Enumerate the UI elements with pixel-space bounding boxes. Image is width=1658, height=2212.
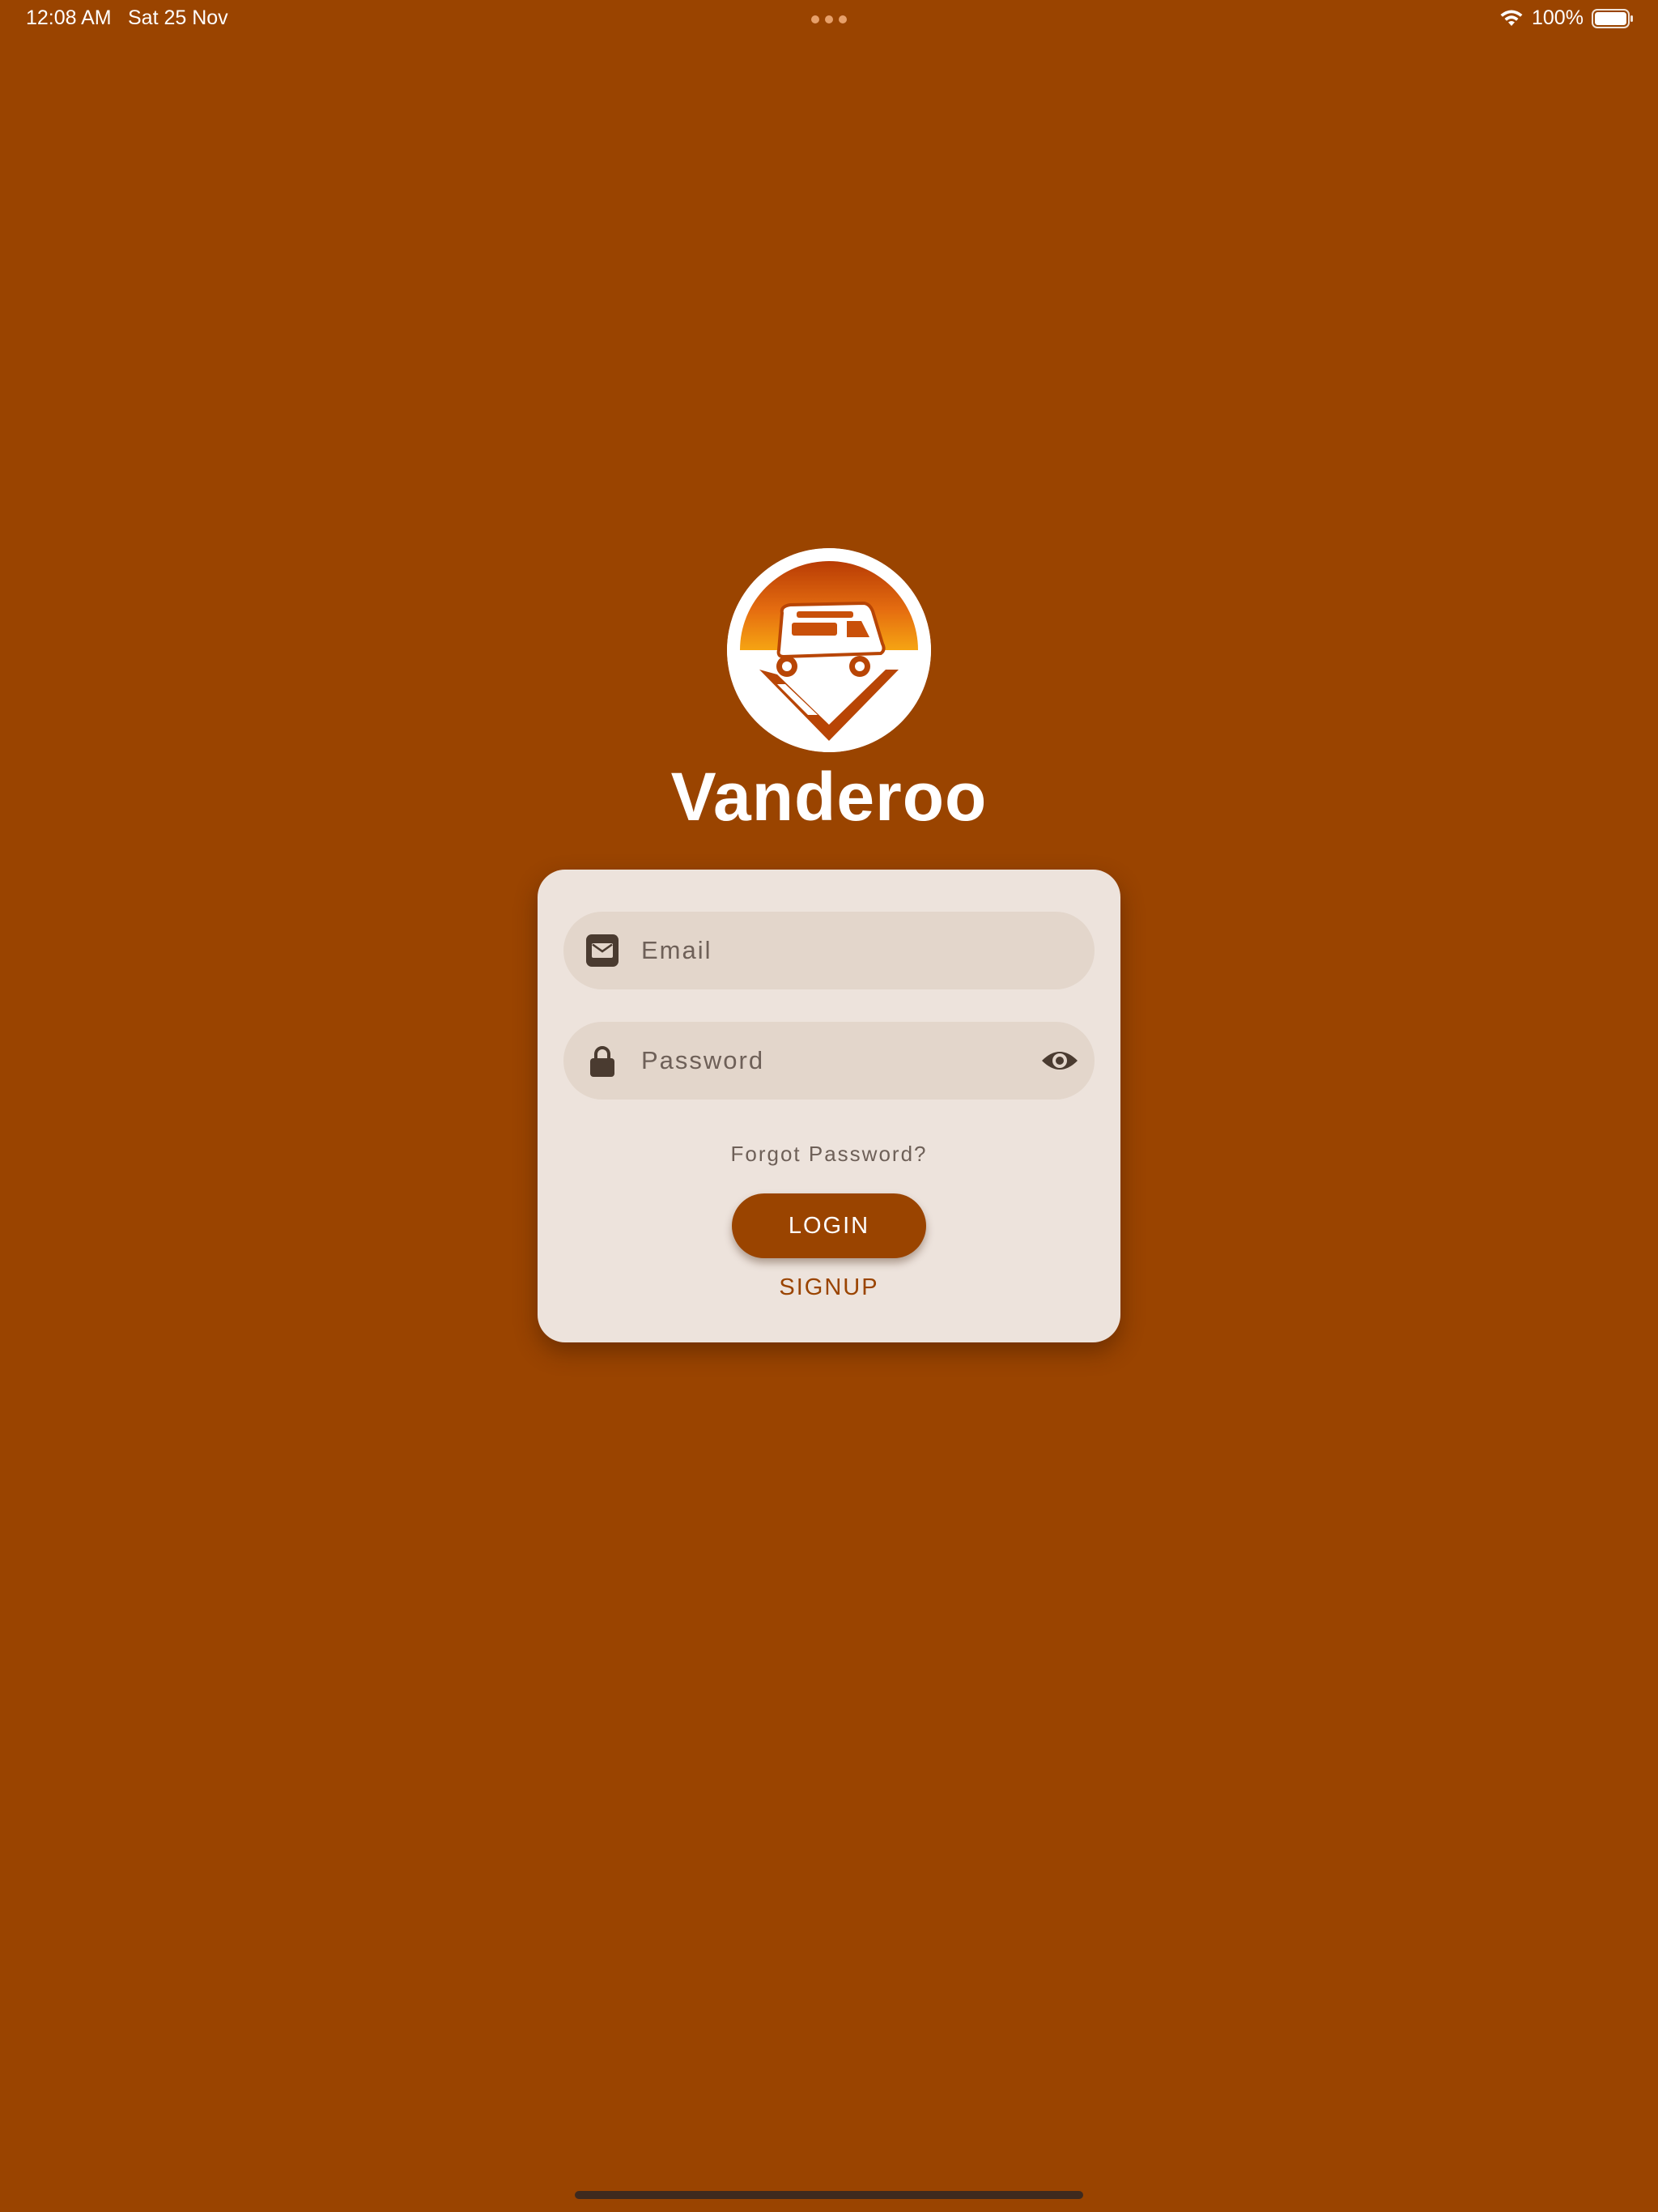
- login-card: Forgot Password? LOGIN SIGNUP: [538, 870, 1120, 1342]
- email-input[interactable]: [641, 912, 997, 989]
- eye-icon[interactable]: [1041, 1046, 1078, 1075]
- envelope-icon: [586, 934, 619, 967]
- multitask-dots-icon[interactable]: [811, 15, 847, 23]
- app-logo: [727, 548, 931, 752]
- home-indicator[interactable]: [575, 2191, 1083, 2199]
- campervan-sunset-logo-icon: [727, 548, 931, 752]
- battery-icon: [1592, 9, 1633, 28]
- login-screen: 12:08 AM Sat 25 Nov 100% Vanderoo Email …: [0, 0, 1658, 2212]
- battery-percentage: 100%: [1532, 6, 1584, 29]
- app-title: Vanderoo: [670, 759, 988, 835]
- login-button[interactable]: LOGIN: [732, 1193, 926, 1258]
- lock-icon: [590, 1046, 614, 1077]
- email-field-container[interactable]: [563, 912, 1095, 989]
- status-date: Sat 25 Nov: [128, 6, 228, 29]
- status-time: 12:08 AM: [26, 6, 112, 29]
- wifi-icon: [1500, 10, 1523, 26]
- password-input[interactable]: [641, 1022, 997, 1100]
- password-field-container[interactable]: [563, 1022, 1095, 1100]
- signup-button[interactable]: SIGNUP: [538, 1274, 1120, 1301]
- forgot-password-link[interactable]: Forgot Password?: [538, 1142, 1120, 1167]
- status-bar: 12:08 AM Sat 25 Nov 100%: [0, 0, 1658, 39]
